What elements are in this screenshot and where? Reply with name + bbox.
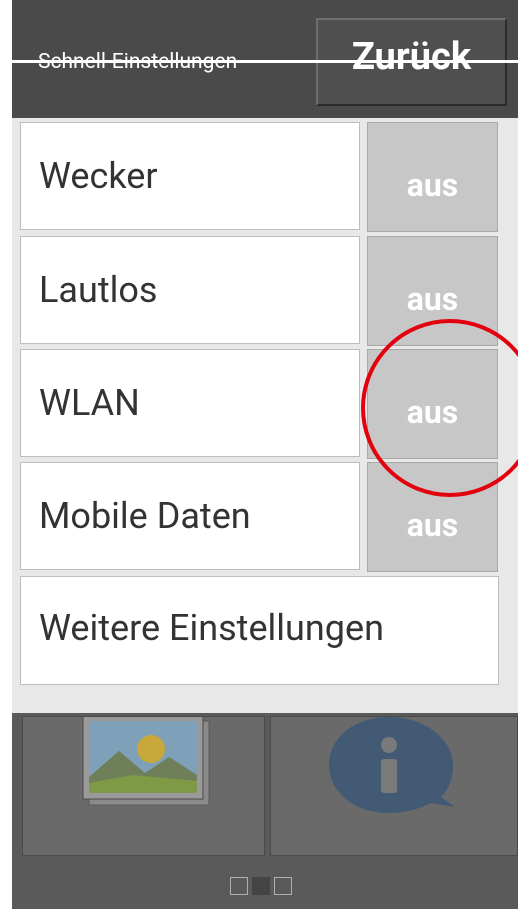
header-bar: Schnell-Einstellungen Zurück [12,0,518,118]
menu-row-wlan: WLAN aus [20,349,498,459]
setting-label[interactable]: WLAN [20,349,360,457]
page-indicator [230,877,304,897]
gallery-tile[interactable] [22,714,265,856]
setting-label[interactable]: Wecker [20,122,360,230]
phone-screen: Schnell-Einstellungen Zurück Wecker aus … [12,0,518,909]
info-tile[interactable] [270,716,518,856]
quick-settings-menu: Wecker aus Lautlos aus WLAN aus Mobile D… [12,118,518,713]
setting-label[interactable]: Mobile Daten [20,462,360,570]
toggle-mobile-daten[interactable]: aus [367,462,498,572]
menu-row-mobile-daten: Mobile Daten aus [20,462,498,572]
info-icon [329,717,455,813]
page-dot-active[interactable] [252,877,270,895]
page-dot[interactable] [274,877,292,895]
toggle-wlan[interactable]: aus [367,349,498,459]
toggle-lautlos[interactable]: aus [367,236,498,346]
more-settings-button[interactable]: Weitere Einstellungen [20,576,499,685]
menu-row-lautlos: Lautlos aus [20,236,498,346]
setting-label[interactable]: Lautlos [20,236,360,344]
toggle-wecker[interactable]: aus [367,122,498,232]
menu-row-wecker: Wecker aus [20,122,498,232]
overlay-line [12,60,518,63]
page-dot[interactable] [230,877,248,895]
gallery-icon [82,714,210,806]
